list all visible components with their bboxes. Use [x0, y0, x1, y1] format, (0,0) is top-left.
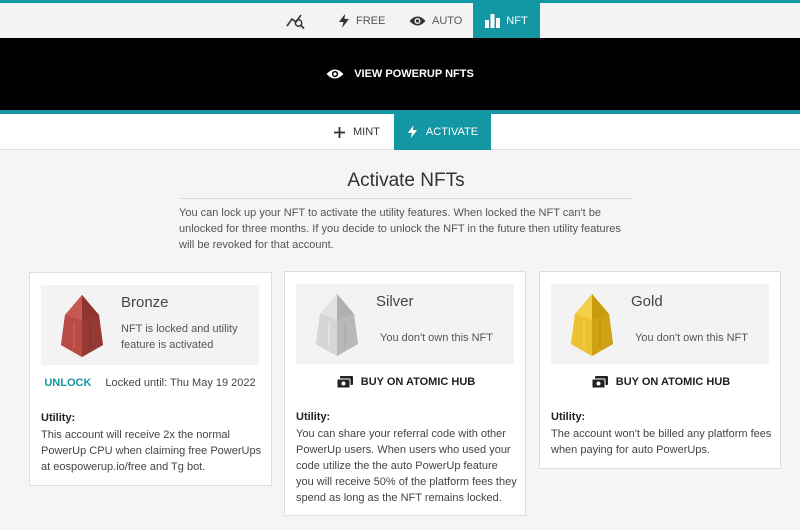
nft-status-text: You don't own this NFT [380, 332, 493, 344]
nft-card-header: Gold You don't own this NFT [551, 284, 769, 364]
tab-activate-label: ACTIVATE [425, 126, 479, 138]
chart-search-icon [286, 14, 305, 29]
tab-activate[interactable]: ACTIVATE [394, 114, 491, 150]
utility-heading: Utility: [296, 411, 331, 423]
page-title: Activate NFTs [347, 170, 465, 191]
nft-status-text: NFT is locked and utility feature is act… [121, 323, 238, 351]
title-divider [180, 198, 632, 199]
tab-free[interactable]: FREE [338, 3, 398, 38]
intro-text: You can lock up your NFT to activate the… [179, 207, 621, 251]
bar-chart-icon [485, 13, 501, 28]
utility-description: The account won't be billed any platform… [551, 428, 772, 456]
locked-until-text: Locked until: Thu May 19 2022 [105, 377, 256, 389]
top-navigation: FREE AUTO NFT [0, 3, 800, 38]
eye-icon [326, 69, 344, 79]
eye-icon [409, 16, 426, 25]
buy-on-atomic-hub-label: BUY ON ATOMIC HUB [360, 376, 476, 388]
utility-description: You can share your referral code with ot… [296, 428, 517, 504]
tab-auto[interactable]: AUTO [409, 3, 473, 38]
tier-name: Gold [631, 293, 663, 310]
view-powerup-nfts-label: VIEW POWERUP NFTS [354, 68, 474, 80]
tab-auto-label: AUTO [432, 14, 463, 27]
tab-mint-label: MINT [353, 126, 380, 138]
buy-on-atomic-hub-label: BUY ON ATOMIC HUB [615, 376, 731, 388]
bolt-icon [407, 125, 418, 139]
sub-navigation: MINT ACTIVATE [0, 114, 800, 150]
utility-description: This account will receive 2x the normal … [41, 429, 262, 473]
bronze-gem-icon [61, 295, 103, 357]
tab-nft[interactable]: NFT [473, 3, 540, 38]
nft-card-header: Bronze NFT is locked and utility feature… [41, 285, 259, 365]
tab-stats[interactable] [278, 3, 314, 38]
plus-icon [334, 126, 345, 138]
view-powerup-nfts-button[interactable]: VIEW POWERUP NFTS [0, 38, 800, 110]
tab-free-label: FREE [356, 14, 386, 27]
unlock-row: UNLOCK Locked until: Thu May 19 2022 [30, 377, 270, 389]
buy-on-atomic-hub-button[interactable]: BUY ON ATOMIC HUB [540, 376, 782, 388]
cash-icon [336, 376, 353, 388]
nft-status-text: You don't own this NFT [635, 332, 748, 344]
bolt-icon [339, 13, 349, 28]
utility-heading: Utility: [41, 412, 76, 424]
utility-heading: Utility: [551, 411, 586, 423]
cash-icon [591, 376, 608, 388]
tab-mint[interactable]: MINT [334, 114, 394, 150]
silver-gem-icon [316, 294, 358, 356]
nft-card-gold: Gold You don't own this NFT BUY ON ATOMI… [539, 271, 781, 469]
buy-on-atomic-hub-button[interactable]: BUY ON ATOMIC HUB [285, 376, 527, 388]
nft-card-bronze: Bronze NFT is locked and utility feature… [29, 272, 272, 486]
nft-card-header: Silver You don't own this NFT [296, 284, 514, 364]
tier-name: Bronze [121, 294, 169, 311]
tab-nft-label: NFT [506, 14, 528, 27]
nft-card-silver: Silver You don't own this NFT BUY ON ATO… [284, 271, 526, 516]
gold-gem-icon [571, 294, 613, 356]
unlock-button[interactable]: UNLOCK [44, 377, 91, 389]
tier-name: Silver [376, 293, 414, 310]
